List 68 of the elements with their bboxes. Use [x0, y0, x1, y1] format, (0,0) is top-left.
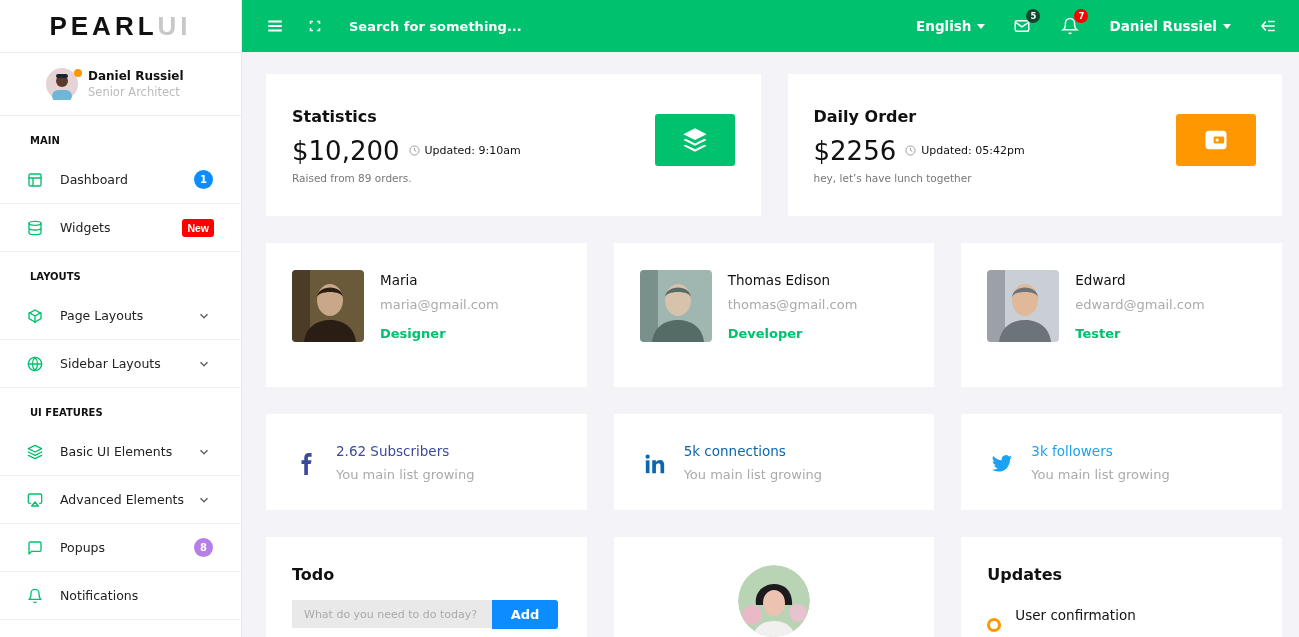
layers-button[interactable]	[654, 114, 735, 166]
amount: $2256	[813, 135, 897, 166]
bell-icon[interactable]	[1061, 17, 1080, 35]
sidebar-item[interactable]: Basic UI Elements	[0, 428, 241, 476]
item-label: Sidebar Layouts	[60, 356, 162, 371]
sidebar-item[interactable]: Popups 8	[0, 524, 241, 572]
sidebar-item[interactable]: Advanced Elements	[0, 476, 241, 524]
stat-note: hey, let’s have lunch together	[813, 171, 973, 184]
social-count: 3k followers	[1031, 442, 1114, 459]
person-name: Edward	[1075, 272, 1127, 288]
item-label: Widgets	[60, 220, 112, 235]
person-role: Tester	[1075, 326, 1122, 341]
person-email: maria@gmail.com	[380, 297, 499, 312]
social-note: You main list growing	[683, 466, 823, 482]
person-role: Developer	[727, 326, 804, 341]
cube-icon	[27, 307, 43, 324]
clock-icon	[905, 145, 917, 156]
chat-icon	[27, 539, 43, 556]
clock-icon	[408, 145, 420, 156]
section-heading: LAYOUTS	[29, 270, 82, 284]
amount: $10,200	[292, 135, 400, 166]
updated-time: Updated: 05:42pm	[921, 144, 1025, 157]
update-title: User confirmation	[1015, 607, 1136, 623]
person-role: Designer	[380, 326, 447, 341]
bell-icon	[27, 587, 43, 604]
stat-note: Raised from 89 orders.	[292, 171, 413, 184]
database-icon	[27, 219, 43, 236]
card-title: Statistics	[292, 106, 378, 126]
section-heading: MAIN	[29, 134, 61, 148]
sidebar-item[interactable]: Dashboard 1	[0, 156, 241, 204]
social-note: You main list growing	[1031, 466, 1170, 482]
social-note: You main list growing	[336, 466, 475, 482]
item-label: Advanced Elements	[60, 492, 185, 507]
count-badge: New	[182, 218, 214, 237]
search-field[interactable]: Search for something...	[347, 17, 611, 35]
sidebar-item[interactable]: Widgets New	[0, 204, 241, 252]
item-label: Dashboard	[60, 172, 129, 187]
monitor-icon	[27, 491, 43, 508]
card-title: Todo	[292, 565, 336, 584]
user-role: Senior Architect	[88, 85, 181, 99]
fullscreen-icon[interactable]	[309, 20, 321, 32]
count-badge: 8	[194, 538, 213, 557]
wallet-button[interactable]	[1176, 114, 1256, 166]
item-label: Page Layouts	[60, 308, 145, 323]
person-email: thomas@gmail.com	[727, 297, 858, 312]
globe-icon	[27, 355, 43, 372]
layers-icon	[27, 443, 43, 460]
social-count: 2.62 Subscribers	[336, 442, 451, 459]
count-badge: 5	[1026, 9, 1041, 23]
user-name: Daniel Russiel	[88, 69, 184, 83]
mail-icon[interactable]	[1013, 17, 1032, 35]
item-label: Basic UI Elements	[60, 444, 174, 459]
sidebar-item[interactable]: Sidebar Layouts	[0, 340, 241, 388]
person-name: Maria	[380, 272, 419, 288]
card-title: Daily Order	[813, 106, 918, 126]
social-count: 5k connections	[683, 442, 787, 459]
section-heading: UI FEATURES	[29, 406, 104, 420]
item-label: Popups	[60, 540, 107, 555]
item-label: Notifications	[60, 588, 140, 603]
count-badge: 7	[1074, 9, 1089, 23]
updated-time: Updated: 9:10am	[424, 144, 521, 157]
layout-icon	[27, 171, 43, 188]
card-title: Updates	[987, 565, 1064, 584]
person-name: Thomas Edison	[727, 272, 832, 288]
person-email: edward@gmail.com	[1075, 297, 1205, 312]
sidebar-item[interactable]: Notifications	[0, 572, 241, 620]
sidebar-item[interactable]: Page Layouts	[0, 292, 241, 340]
count-badge: 1	[194, 170, 213, 189]
